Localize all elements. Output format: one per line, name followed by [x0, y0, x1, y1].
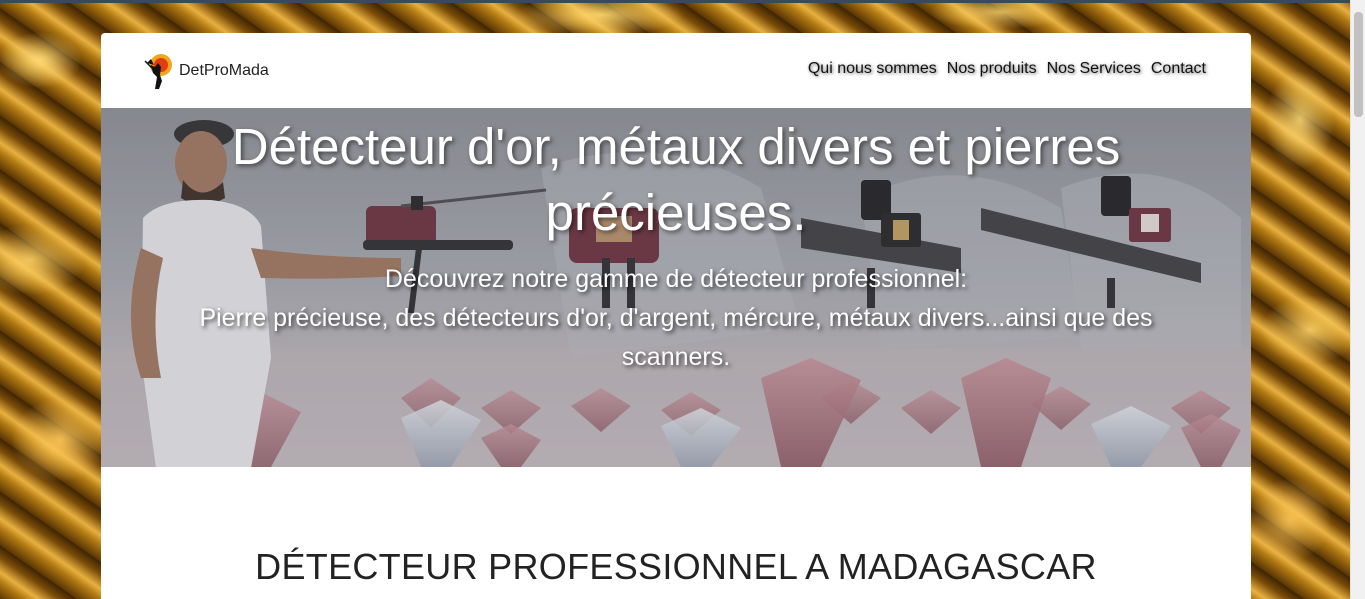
- nav-link-nos-services[interactable]: Nos Services: [1047, 60, 1141, 78]
- nav-link-nos-produits[interactable]: Nos produits: [947, 60, 1037, 78]
- navbar: DetProMada Qui nous sommes Nos produits …: [101, 33, 1251, 108]
- hero-title: Détecteur d'or, métaux divers et pierres…: [231, 118, 1121, 241]
- scrollbar-thumb[interactable]: [1354, 12, 1363, 117]
- hero-subtitle-line-1: Découvrez notre gamme de détecteur profe…: [384, 265, 968, 293]
- page-container: DetProMada Qui nous sommes Nos produits …: [101, 33, 1251, 599]
- brand-link[interactable]: DetProMada: [141, 51, 269, 91]
- page-scrollbar[interactable]: [1350, 0, 1365, 599]
- nav-menu: Qui nous sommes Nos produits Nos Service…: [798, 60, 1206, 78]
- nav-link-qui-nous-sommes[interactable]: Qui nous sommes: [808, 60, 937, 78]
- window-top-strip: [0, 0, 1351, 3]
- nav-link-contact[interactable]: Contact: [1151, 60, 1206, 78]
- hero-subtitle: Découvrez notre gamme de détecteur profe…: [161, 260, 1191, 377]
- gold-miner-logo-icon: [141, 51, 177, 91]
- section-title: DÉTECTEUR PROFESSIONNEL A MADAGASCAR: [255, 546, 1097, 587]
- hero-banner: Détecteur d'or, métaux divers et pierres…: [101, 108, 1251, 467]
- brand-name: DetProMada: [179, 62, 269, 79]
- hero-subtitle-line-2: Pierre précieuse, des détecteurs d'or, d…: [199, 304, 1153, 371]
